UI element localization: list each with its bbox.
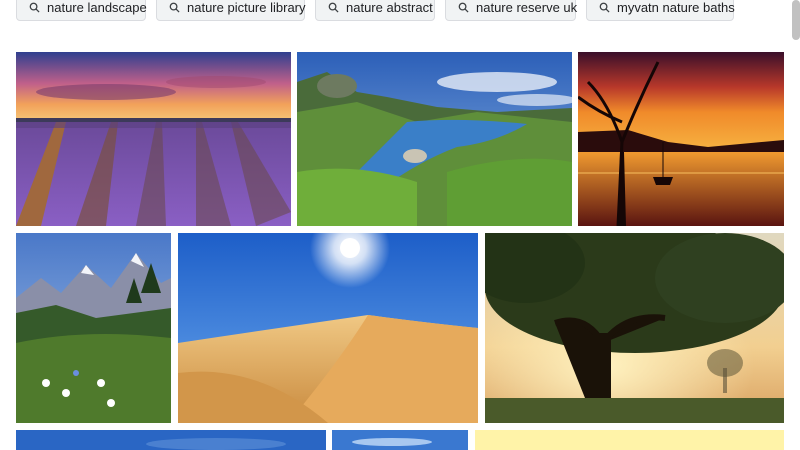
image-placeholder-yellow[interactable]	[475, 430, 784, 450]
chip-nature-abstract[interactable]: nature abstract	[315, 0, 435, 21]
image-blue-sky-1[interactable]	[16, 430, 326, 450]
chip-nature-reserve-uk[interactable]: nature reserve uk	[445, 0, 578, 21]
chip-nature-landscape[interactable]: nature landscape	[16, 0, 147, 21]
search-icon	[29, 2, 40, 13]
image-lake-sunset[interactable]	[578, 52, 784, 226]
chip-label: nature landscape	[47, 0, 147, 15]
chip-label: myvatn nature baths	[617, 0, 735, 15]
search-icon	[169, 2, 180, 13]
image-mountain-meadow[interactable]	[16, 233, 171, 423]
image-lavender-field[interactable]	[16, 52, 291, 226]
chip-myvatn-nature-baths[interactable]: myvatn nature baths	[586, 0, 735, 21]
chip-label: nature reserve uk	[476, 0, 578, 15]
scrollbar[interactable]	[792, 0, 800, 40]
chip-label: nature picture library	[187, 0, 306, 15]
related-search-chips: nature landscape nature picture library …	[16, 0, 735, 21]
image-misty-tree[interactable]	[485, 233, 784, 423]
search-icon	[328, 2, 339, 13]
image-results-page: nature landscape nature picture library …	[0, 0, 800, 450]
search-icon	[599, 2, 610, 13]
image-mountain-stream[interactable]	[297, 52, 572, 226]
image-blue-sky-2[interactable]	[332, 430, 468, 450]
image-desert-dune[interactable]	[178, 233, 478, 423]
chip-label: nature abstract	[346, 0, 433, 15]
search-icon	[458, 2, 469, 13]
chip-nature-picture-library[interactable]: nature picture library	[156, 0, 306, 21]
